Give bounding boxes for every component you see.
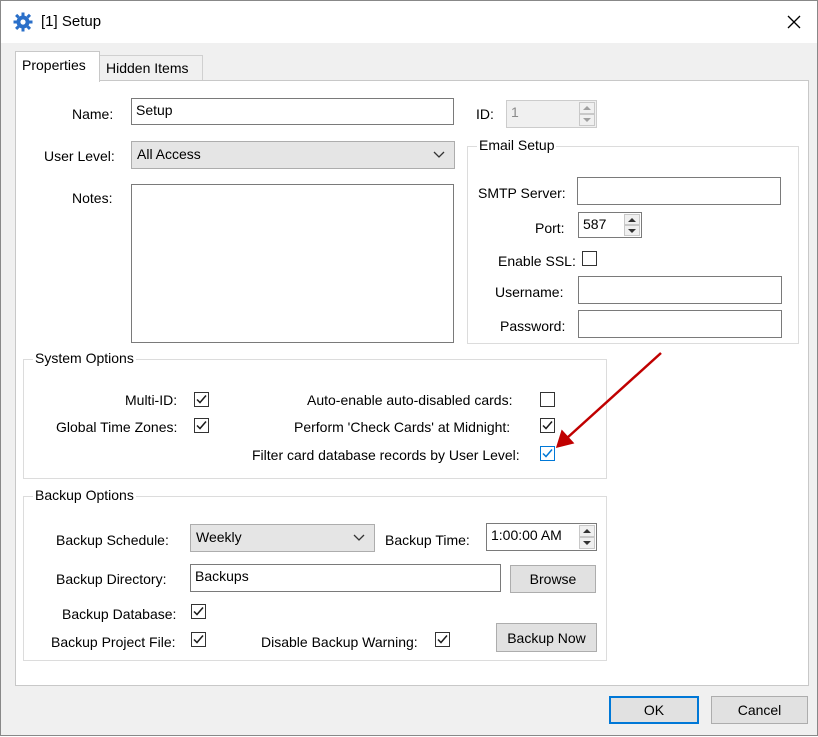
multi-id-checkbox[interactable] — [194, 392, 209, 407]
user-level-select[interactable]: All Access — [131, 141, 455, 169]
global-time-zones-checkbox[interactable] — [194, 418, 209, 433]
backup-time-increment-button[interactable] — [579, 525, 595, 537]
title-bar: [1] Setup — [1, 1, 817, 43]
enable-ssl-checkbox[interactable] — [582, 251, 597, 266]
system-options-title: System Options — [33, 350, 136, 366]
check-icon — [542, 421, 553, 430]
close-icon — [787, 15, 801, 29]
disable-backup-warning-checkbox[interactable] — [435, 632, 450, 647]
backup-database-checkbox[interactable] — [191, 604, 206, 619]
port-value: 587 — [583, 216, 607, 232]
auto-enable-checkbox[interactable] — [540, 392, 555, 407]
backup-time-spinner[interactable]: 1:00:00 AM — [486, 523, 597, 551]
user-level-label: User Level: — [44, 148, 115, 164]
smtp-server-field[interactable] — [577, 177, 781, 205]
browse-button[interactable]: Browse — [510, 565, 596, 593]
close-button[interactable] — [771, 1, 817, 43]
backup-time-spin-buttons — [579, 525, 595, 549]
username-label: Username: — [495, 284, 564, 300]
backup-time-label: Backup Time: — [385, 532, 470, 548]
check-icon — [193, 635, 204, 644]
check-icon — [437, 635, 448, 644]
id-label: ID: — [476, 106, 494, 122]
tab-hidden-items[interactable]: Hidden Items — [99, 55, 203, 81]
cancel-button[interactable]: Cancel — [711, 696, 808, 724]
id-decrement-button[interactable] — [579, 114, 595, 126]
port-spinner[interactable]: 587 — [578, 212, 642, 238]
ssl-label: Enable SSL: — [498, 253, 576, 269]
chevron-down-icon — [433, 151, 445, 158]
notes-field[interactable] — [131, 184, 454, 343]
check-icon — [542, 449, 553, 458]
port-increment-button[interactable] — [624, 214, 640, 225]
check-icon — [193, 607, 204, 616]
backup-time-decrement-button[interactable] — [579, 537, 595, 549]
password-label: Password: — [500, 318, 566, 334]
port-decrement-button[interactable] — [624, 225, 640, 236]
backup-time-value: 1:00:00 AM — [491, 527, 562, 543]
check-cards-checkbox[interactable] — [540, 418, 555, 433]
name-label: Name: — [72, 106, 114, 122]
global-time-zones-label: Global Time Zones: — [56, 419, 178, 435]
id-value: 1 — [511, 104, 519, 120]
port-spin-buttons — [624, 214, 640, 236]
backup-schedule-select[interactable]: Weekly — [190, 524, 375, 552]
system-options-group: System Options Multi-ID: Global Time Zon… — [23, 350, 607, 479]
properties-panel: Name: Setup ID: 1 User Level: All Access… — [15, 80, 809, 686]
id-increment-button[interactable] — [579, 102, 595, 114]
backup-options-title: Backup Options — [33, 487, 136, 503]
backup-directory-field[interactable]: Backups — [190, 564, 501, 592]
backup-directory-label: Backup Directory: — [56, 571, 167, 587]
name-field[interactable]: Setup — [131, 98, 454, 125]
disable-backup-warning-label: Disable Backup Warning: — [261, 634, 418, 650]
multi-id-label: Multi-ID: — [125, 392, 178, 408]
backup-project-file-label: Backup Project File: — [51, 634, 176, 650]
backup-schedule-value: Weekly — [196, 529, 242, 545]
smtp-label: SMTP Server: — [478, 185, 566, 201]
backup-now-button[interactable]: Backup Now — [496, 623, 597, 652]
chevron-down-icon — [353, 534, 365, 541]
window-title: [1] Setup — [41, 13, 102, 30]
username-field[interactable] — [578, 276, 782, 304]
filter-by-user-level-label: Filter card database records by User Lev… — [252, 447, 520, 463]
port-label: Port: — [535, 220, 565, 236]
ok-button[interactable]: OK — [609, 696, 699, 724]
backup-database-label: Backup Database: — [62, 606, 177, 622]
backup-schedule-label: Backup Schedule: — [56, 532, 169, 548]
password-field[interactable] — [578, 310, 782, 338]
notes-label: Notes: — [72, 190, 113, 206]
email-setup-group: Email Setup SMTP Server: Port: 587 Enabl… — [467, 137, 799, 344]
tab-properties[interactable]: Properties — [15, 51, 100, 82]
auto-enable-label: Auto-enable auto-disabled cards: — [307, 392, 513, 408]
id-spin-buttons — [579, 102, 595, 126]
check-icon — [196, 421, 207, 430]
filter-by-user-level-checkbox[interactable] — [540, 446, 555, 461]
check-cards-label: Perform 'Check Cards' at Midnight: — [294, 419, 511, 435]
id-spinner[interactable]: 1 — [506, 100, 597, 128]
backup-options-group: Backup Options Backup Schedule: Weekly B… — [23, 487, 607, 661]
check-icon — [196, 395, 207, 404]
backup-project-file-checkbox[interactable] — [191, 632, 206, 647]
gear-icon — [13, 12, 33, 32]
email-setup-title: Email Setup — [477, 137, 557, 153]
user-level-value: All Access — [137, 146, 201, 162]
setup-dialog: [1] Setup Properties Hidden Items Name: … — [0, 0, 818, 736]
